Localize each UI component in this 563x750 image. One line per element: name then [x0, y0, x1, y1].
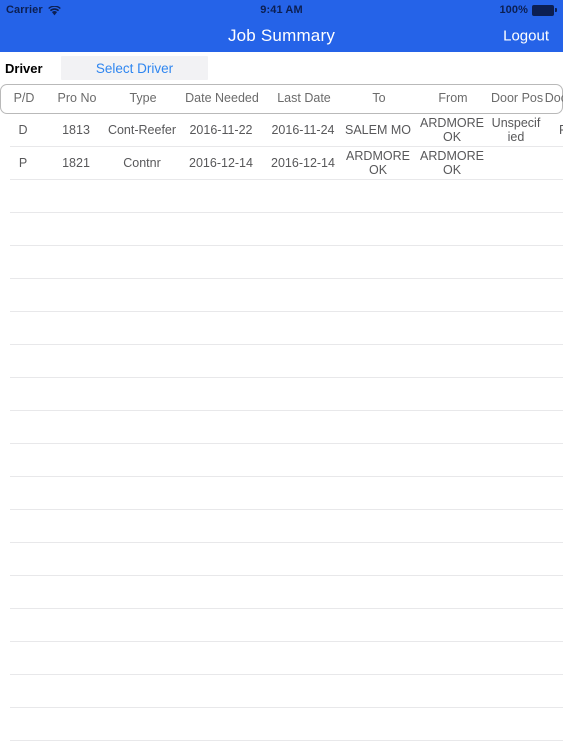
cell-date-needed: 2016-12-14: [189, 156, 253, 170]
table-row-empty[interactable]: [0, 708, 563, 741]
job-summary-screen: Carrier 9:41 AM 100% Job Summary Logout …: [0, 0, 563, 750]
table-row-empty[interactable]: [0, 279, 563, 312]
column-header-from[interactable]: From: [415, 92, 491, 105]
logout-button[interactable]: Logout: [501, 26, 551, 47]
driver-label: Driver: [5, 60, 43, 76]
cell-date-needed: 2016-11-22: [189, 123, 253, 137]
wifi-icon: [47, 5, 61, 16]
cell-door-type: Rear: [542, 124, 563, 137]
carrier-label: Carrier: [6, 4, 43, 16]
table-row-empty[interactable]: [0, 246, 563, 279]
column-header-last-date[interactable]: Last Date: [265, 92, 343, 105]
cell-pro-no: 1821: [62, 156, 90, 170]
cell-last-date: 2016-11-24: [271, 123, 335, 137]
cell-pro-no: 1813: [62, 123, 90, 137]
cell-to: ARDMORE OK: [346, 150, 410, 177]
cell-pd: P: [18, 156, 28, 170]
table-row-empty[interactable]: [0, 213, 563, 246]
table-row-empty[interactable]: [0, 576, 563, 609]
driver-bar: Driver Select Driver: [0, 52, 563, 84]
status-bar-left: Carrier: [6, 4, 61, 16]
table-row-empty[interactable]: [0, 543, 563, 576]
table-header-row: P/D Pro No Type Date Needed Last Date To From D…: [0, 84, 563, 114]
table-row-empty[interactable]: [0, 477, 563, 510]
cell-from: ARDMORE OK: [420, 117, 484, 144]
cell-type: Cont-Reefer: [107, 123, 177, 137]
table-row-empty[interactable]: [0, 345, 563, 378]
job-table: P/D Pro No Type Date Needed Last Date To From D…: [0, 84, 563, 746]
column-header-type[interactable]: Type: [107, 92, 179, 105]
cell-door-pos: Unspecified: [491, 117, 541, 144]
table-row-empty[interactable]: [0, 642, 563, 675]
table-row[interactable]: D 1813 Cont-Reefer 2016-11-22 2016-11-24 SALE…: [0, 114, 563, 147]
table-row-empty[interactable]: [0, 411, 563, 444]
column-header-door-pos[interactable]: Door Pos: [491, 92, 543, 105]
battery-percent-label: 100%: [499, 4, 528, 16]
cell-type: Contnr: [123, 156, 161, 170]
status-bar-time: 9:41 AM: [260, 4, 303, 16]
cell-to: SALEM MO: [345, 123, 411, 137]
column-header-pd[interactable]: P/D: [1, 92, 47, 105]
cell-from: ARDMORE OK: [420, 150, 484, 177]
table-row-empty[interactable]: [0, 378, 563, 411]
battery-full-icon: [532, 4, 557, 16]
status-bar: Carrier 9:41 AM 100%: [0, 0, 563, 20]
column-header-to[interactable]: To: [343, 92, 415, 105]
page-title: Job Summary: [227, 26, 336, 45]
table-row-empty[interactable]: [0, 609, 563, 642]
table-body: D 1813 Cont-Reefer 2016-11-22 2016-11-24 SALE…: [0, 114, 563, 741]
cell-pd: D: [18, 123, 28, 137]
column-header-date-needed[interactable]: Date Needed: [179, 92, 265, 105]
column-header-door-type[interactable]: Door Type: [543, 92, 563, 105]
select-driver-button[interactable]: Select Driver: [61, 56, 208, 80]
table-row-empty[interactable]: [0, 180, 563, 213]
table-row-empty[interactable]: [0, 510, 563, 543]
table-row-empty[interactable]: [0, 312, 563, 345]
column-header-pro-no[interactable]: Pro No: [47, 92, 107, 105]
table-row-empty[interactable]: [0, 444, 563, 477]
table-row[interactable]: P 1821 Contnr 2016-12-14 2016-12-14 ARDMORE O…: [0, 147, 563, 180]
status-bar-right: 100%: [499, 4, 557, 16]
navigation-bar: Job Summary Logout: [0, 20, 563, 52]
table-row-empty[interactable]: [0, 675, 563, 708]
cell-last-date: 2016-12-14: [271, 156, 335, 170]
